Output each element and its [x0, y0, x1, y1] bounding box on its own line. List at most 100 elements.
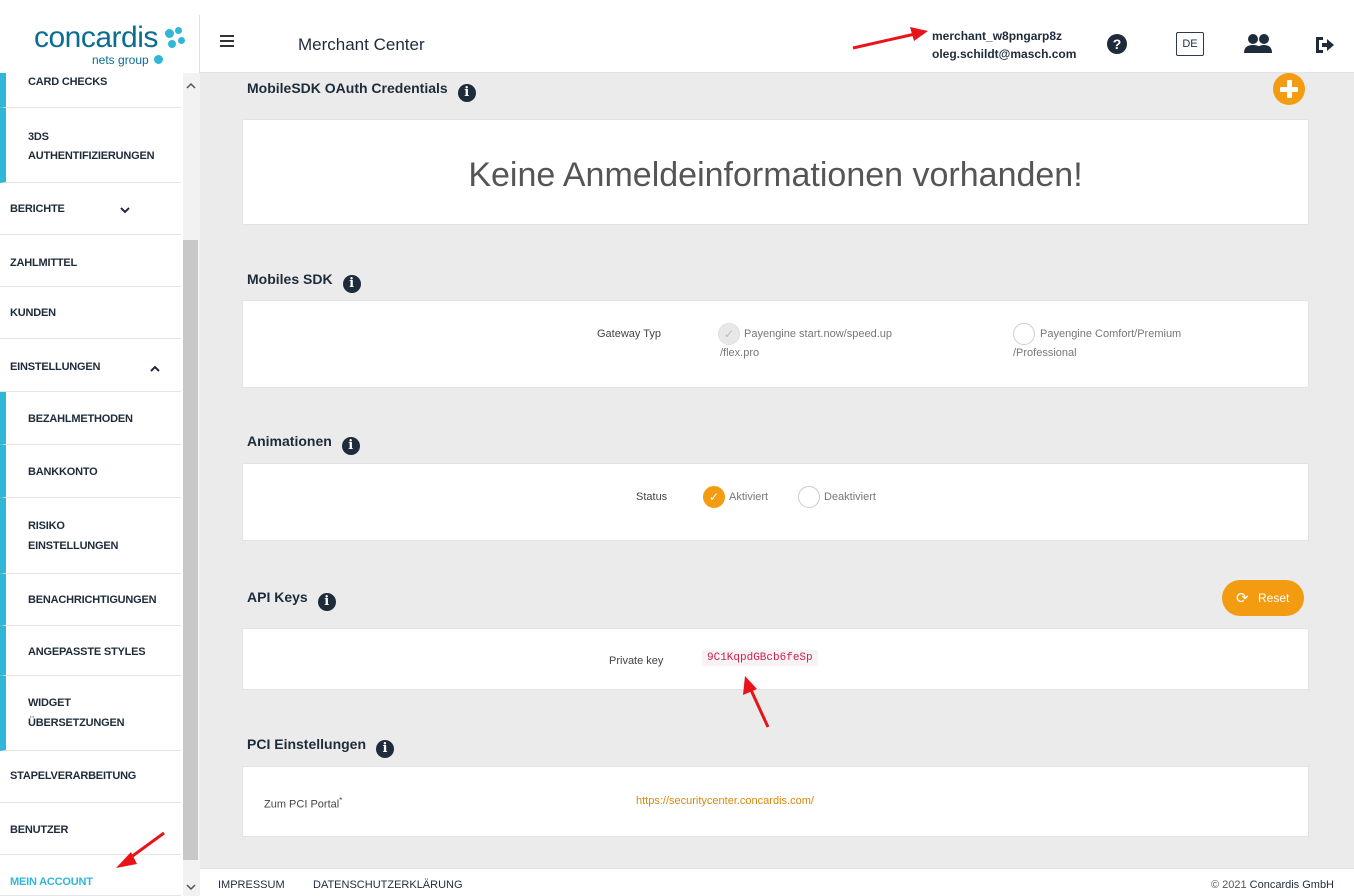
- reset-api-key-button[interactable]: ⟳ Reset: [1222, 580, 1304, 616]
- sidebar-item-label: BERICHTE: [10, 203, 65, 215]
- animations-section-title: Animationen i: [247, 433, 360, 455]
- hamburger-menu-icon[interactable]: [220, 35, 234, 47]
- sidebar-item-card-checks[interactable]: CARD CHECKS: [0, 73, 181, 108]
- merchant-id: merchant_w8pngarp8z: [932, 29, 1063, 43]
- reset-label: Reset: [1258, 591, 1290, 605]
- sidebar-item-label: BEZAHLMETHODEN: [28, 413, 133, 425]
- gateway-option-1-line2: /flex.pro: [720, 347, 760, 359]
- sidebar-item-label: KUNDEN: [10, 307, 56, 319]
- sidebar-item-label: BENACHRICHTIGUNGEN: [28, 594, 157, 606]
- gateway-option-2-label[interactable]: Payengine Comfort/Premium /Professional: [1013, 325, 1181, 363]
- pci-portal-label-text: Zum PCI Portal: [264, 798, 340, 811]
- sidebar-item-label: AUTHENTIFIZIERUNGEN: [28, 150, 155, 162]
- copyright-year: © 2021: [1210, 879, 1247, 891]
- top-strip: [0, 0, 1354, 15]
- language-button[interactable]: DE: [1176, 32, 1204, 56]
- sidebar-item-label: WIDGET: [28, 697, 71, 709]
- gateway-option-2-line2: /Professional: [1013, 347, 1077, 359]
- info-icon[interactable]: i: [376, 740, 395, 758]
- app-title: Merchant Center: [298, 35, 425, 54]
- sdk-section-title: Mobiles SDK i: [247, 271, 361, 293]
- sidebar-item-3ds[interactable]: 3DS AUTHENTIFIZIERUNGEN: [0, 108, 181, 183]
- privacy-link[interactable]: DATENSCHUTZERKLÄRUNG: [313, 879, 463, 891]
- sidebar-item-label: ZAHLMITTEL: [10, 257, 78, 269]
- logout-icon[interactable]: [1314, 35, 1336, 55]
- info-icon[interactable]: i: [317, 593, 336, 611]
- sidebar-item-benutzer[interactable]: BENUTZER: [0, 803, 181, 855]
- sidebar-item-label: 3DS: [28, 131, 49, 143]
- chevron-up-icon: [150, 365, 160, 372]
- sidebar-nav: CARD CHECKS 3DS AUTHENTIFIZIERUNGEN BERI…: [0, 73, 200, 896]
- sidebar-item-stapelverarbeitung[interactable]: STAPELVERARBEITUNG: [0, 751, 181, 803]
- sidebar-scroll-thumb[interactable]: [183, 240, 198, 860]
- aktiviert-label[interactable]: Aktiviert: [729, 488, 768, 507]
- sidebar-item-kunden[interactable]: KUNDEN: [0, 287, 181, 339]
- sidebar-item-einstellungen[interactable]: EINSTELLUNGEN: [0, 339, 181, 392]
- logo-dot: [154, 55, 163, 64]
- oauth-title: MobileSDK OAuth Credentials: [247, 80, 448, 96]
- deaktiviert-radio[interactable]: [798, 486, 820, 508]
- logo-dot: [178, 37, 185, 44]
- impressum-link[interactable]: IMPRESSUM: [218, 879, 285, 891]
- sidebar-item-label: BENUTZER: [10, 824, 69, 836]
- sidebar-item-label: ANGEPASSTE STYLES: [28, 646, 146, 658]
- sidebar-item-label: RISIKO: [28, 520, 65, 532]
- sidebar-item-risiko[interactable]: RISIKO EINSTELLUNGEN: [0, 498, 181, 574]
- private-key-label: Private key: [609, 655, 664, 667]
- sdk-panel: Gateway Typ ✓ Payengine start.now/speed.…: [242, 300, 1309, 388]
- svg-text:?: ?: [1113, 36, 1122, 52]
- oauth-panel: Keine Anmeldeinformationen vorhanden!: [242, 119, 1309, 225]
- sidebar-item-zahlmittel[interactable]: ZAHLMITTEL: [0, 235, 181, 287]
- oauth-section-title: MobileSDK OAuth Credentials i: [247, 80, 476, 102]
- sdk-title: Mobiles SDK: [247, 271, 333, 287]
- company-name: Concardis GmbH: [1249, 879, 1334, 891]
- api-keys-title: API Keys: [247, 589, 308, 605]
- logo-dot: [175, 27, 182, 34]
- animations-panel: Status ✓ Aktiviert Deaktiviert: [242, 463, 1309, 541]
- scroll-up-icon[interactable]: [186, 82, 196, 89]
- gateway-option-1-label[interactable]: Payengine start.now/speed.up /flex.pro: [720, 325, 892, 363]
- required-mark: *: [339, 796, 343, 805]
- sidebar-item-benachrichtigungen[interactable]: BENACHRICHTIGUNGEN: [0, 574, 181, 626]
- merchant-center-app: concardis nets group Merchant Center mer…: [0, 0, 1354, 896]
- gateway-option-1-line1: Payengine start.now/speed.up: [744, 328, 892, 340]
- info-icon[interactable]: i: [341, 437, 360, 455]
- gateway-option-2-line1: Payengine Comfort/Premium: [1040, 328, 1182, 340]
- aktiviert-radio[interactable]: ✓: [703, 486, 725, 508]
- check-icon: ✓: [709, 490, 720, 504]
- info-icon[interactable]: i: [457, 84, 476, 102]
- pci-section-title: PCI Einstellungen i: [247, 736, 395, 758]
- status-label: Status: [636, 491, 668, 503]
- user-email: oleg.schildt@masch.com: [932, 47, 1077, 61]
- brand-sub: nets group: [92, 53, 149, 67]
- sidebar-item-label: EINSTELLUNGEN: [28, 540, 119, 552]
- sidebar-item-label: CARD CHECKS: [28, 76, 108, 88]
- sidebar-item-label: EINSTELLUNGEN: [10, 361, 101, 373]
- private-key-value[interactable]: 9C1KqpdGBcb6feSp: [702, 650, 818, 666]
- pci-portal-label: Zum PCI Portal*: [264, 796, 342, 811]
- sidebar-item-widget-uebersetzungen[interactable]: WIDGET ÜBERSETZUNGEN: [0, 676, 181, 751]
- sidebar-item-angepasste-styles[interactable]: ANGEPASSTE STYLES: [0, 626, 181, 676]
- animations-title: Animationen: [247, 433, 332, 449]
- logo-dot: [168, 40, 176, 48]
- deaktiviert-label[interactable]: Deaktiviert: [824, 488, 876, 507]
- logo-dot: [165, 29, 174, 38]
- help-icon[interactable]: ?: [1106, 33, 1128, 55]
- pci-portal-link[interactable]: https://securitycenter.concardis.com/: [636, 795, 814, 807]
- sidebar-item-label: STAPELVERARBEITUNG: [10, 770, 137, 782]
- api-keys-section-title: API Keys i: [247, 589, 336, 611]
- brand-logo[interactable]: concardis nets group: [0, 15, 200, 73]
- refresh-icon: ⟳: [1236, 590, 1249, 607]
- sidebar-item-berichte[interactable]: BERICHTE: [0, 183, 181, 235]
- sidebar-item-bankkonto[interactable]: BANKKONTO: [0, 445, 181, 498]
- info-icon[interactable]: i: [342, 275, 361, 293]
- copyright: © 2021 Concardis GmbH: [1211, 879, 1334, 891]
- empty-credentials-message: Keine Anmeldeinformationen vorhanden!: [468, 156, 1083, 194]
- sidebar-item-mein-account[interactable]: MEIN ACCOUNT: [0, 855, 181, 896]
- add-credentials-button[interactable]: [1273, 73, 1305, 105]
- sidebar-item-bezahlmethoden[interactable]: BEZAHLMETHODEN: [0, 392, 181, 445]
- sidebar-item-label: BANKKONTO: [28, 466, 98, 478]
- scroll-down-icon[interactable]: [186, 884, 196, 891]
- users-icon[interactable]: [1242, 33, 1274, 55]
- footer: IMPRESSUM DATENSCHUTZERKLÄRUNG © 2021 Co…: [200, 868, 1354, 896]
